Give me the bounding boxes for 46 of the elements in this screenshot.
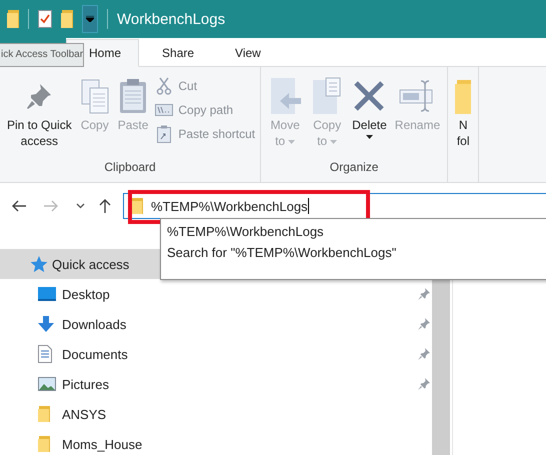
caret-icon (86, 16, 94, 22)
checklist-icon[interactable] (38, 10, 52, 28)
ribbon-button[interactable]: N fol (451, 71, 476, 182)
nav-item[interactable]: Desktop (0, 279, 452, 309)
pin-icon (418, 378, 430, 390)
group-label: Clipboard (103, 160, 157, 176)
rename-icon (399, 79, 436, 113)
nav-item[interactable]: ANSYS (0, 399, 452, 429)
desktop-icon (38, 287, 56, 301)
folder-icon (131, 198, 143, 214)
chevron-down-icon[interactable] (76, 203, 85, 209)
copy-icon (80, 78, 110, 114)
group-label: Organize (328, 160, 380, 176)
back-icon[interactable] (12, 200, 26, 212)
clipboard-icon (119, 78, 148, 114)
scrollbar[interactable] (432, 279, 450, 455)
folder-icon (38, 406, 50, 422)
caret-icon (288, 140, 296, 144)
nav-item[interactable]: Moms_House (0, 429, 452, 455)
up-arrow-icon[interactable] (99, 199, 111, 213)
nav-item[interactable]: Pictures (0, 369, 452, 399)
nav-item[interactable]: Documents (0, 339, 452, 369)
pin-icon (418, 348, 430, 360)
caret-icon (330, 140, 338, 144)
download-icon (38, 316, 54, 332)
customize-toolbar-button[interactable] (82, 5, 98, 33)
folder-icon (455, 78, 472, 114)
pin-icon (418, 318, 430, 330)
nav-item[interactable]: Downloads (0, 309, 452, 339)
window-title: WorkbenchLogs (117, 10, 226, 28)
move-icon (268, 77, 302, 115)
scissors-icon (156, 77, 172, 95)
pin-icon (418, 288, 430, 300)
folder-icon (38, 436, 50, 452)
shortcut-icon (157, 125, 172, 143)
star-icon (30, 256, 48, 272)
ribbon-button[interactable]: Pin to Quick access (3, 71, 76, 160)
path-icon (155, 104, 174, 116)
tooltip: ick Access Toolbar (0, 43, 84, 67)
document-icon (38, 345, 52, 363)
ribbon-button[interactable]: Delete (348, 71, 391, 160)
picture-icon (38, 377, 56, 391)
caret-icon (366, 135, 373, 139)
suggestion-item[interactable]: Search for "%TEMP%\WorkbenchLogs" (161, 242, 546, 263)
suggestion-item[interactable]: %TEMP%\WorkbenchLogs (161, 221, 546, 242)
delete-icon (353, 80, 386, 112)
